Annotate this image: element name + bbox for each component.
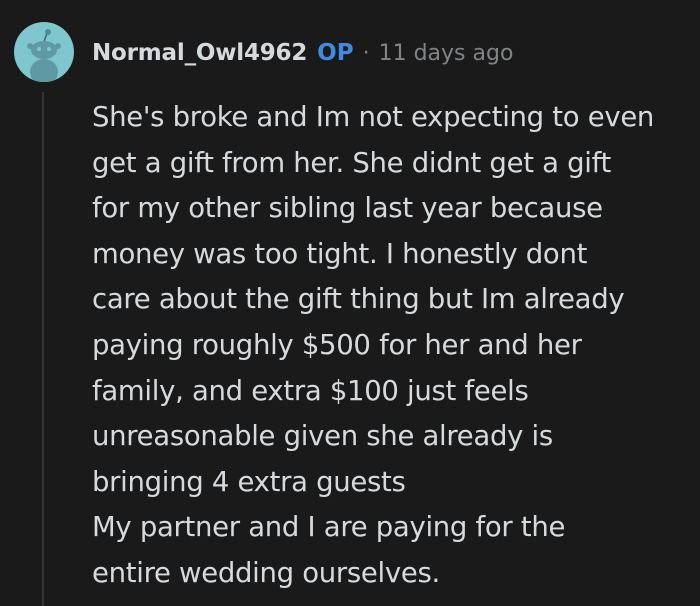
comment-line: paying roughly $500 for her and her bbox=[92, 328, 582, 361]
comment-line: bringing 4 extra guests bbox=[92, 465, 406, 498]
comment-header: Normal_Owl4962 OP · 11 days ago bbox=[92, 34, 513, 72]
meta-separator: · bbox=[362, 40, 370, 66]
comment-line: My partner and I are paying for the bbox=[92, 511, 566, 544]
user-avatar[interactable] bbox=[14, 22, 74, 82]
comment-line: for my other sibling last year because bbox=[92, 192, 603, 225]
thread-line[interactable] bbox=[42, 92, 44, 606]
comment-line: money was too tight. I honestly dont bbox=[92, 237, 588, 270]
comment-timestamp[interactable]: 11 days ago bbox=[379, 41, 514, 66]
author-username[interactable]: Normal_Owl4962 bbox=[92, 40, 307, 66]
comment-line: get a gift from her. She didnt get a gif… bbox=[92, 146, 611, 179]
snoo-avatar-icon bbox=[27, 29, 61, 82]
comment-line: unreasonable given she already is bbox=[92, 420, 553, 453]
comment-line: She's broke and Im not expecting to even bbox=[92, 101, 655, 133]
op-badge: OP bbox=[317, 40, 354, 66]
comment-body: She's broke and Im not expecting to even… bbox=[92, 95, 692, 597]
comment-line: family, and extra $100 just feels bbox=[92, 374, 529, 407]
comment-line: entire wedding ourselves. bbox=[92, 556, 440, 589]
comment-line: care about the gift thing but Im already bbox=[92, 283, 625, 316]
